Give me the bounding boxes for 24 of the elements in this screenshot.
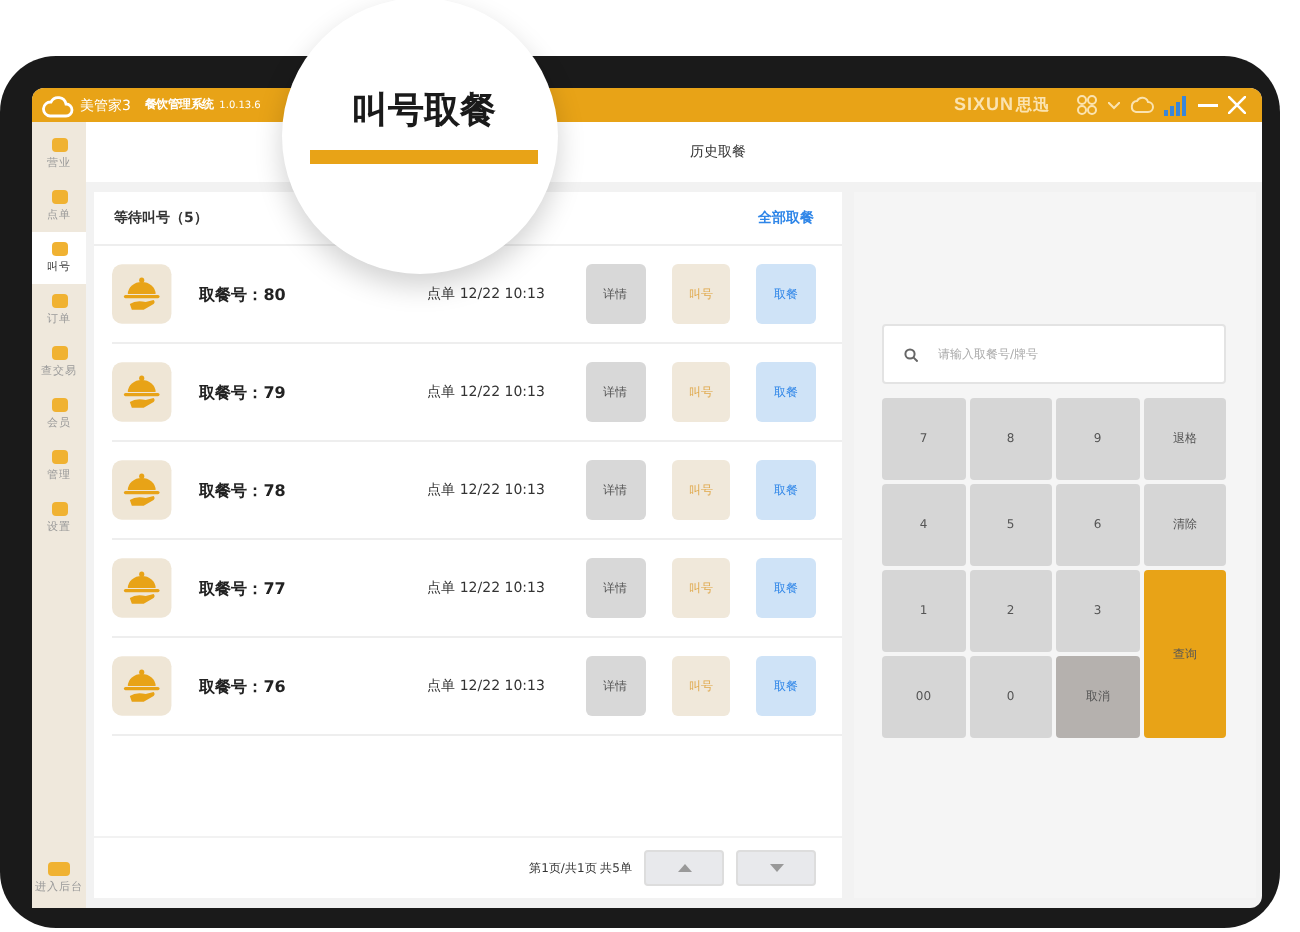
cloche-icon xyxy=(112,656,172,716)
brand-logo: SIXUN思迅 xyxy=(953,94,1050,116)
pickup-number: 取餐号：78 xyxy=(199,479,288,501)
page-up-button[interactable] xyxy=(644,850,724,886)
cloche-icon xyxy=(112,362,172,422)
cloche-icon xyxy=(112,264,172,324)
pickup-number: 取餐号：76 xyxy=(199,675,288,697)
signal-icon xyxy=(1164,95,1188,115)
search-icon xyxy=(904,348,918,362)
caret-icon[interactable] xyxy=(1108,101,1120,109)
cloud-logo-icon xyxy=(42,93,74,117)
caret-up-icon xyxy=(677,864,691,872)
caret-down-icon xyxy=(769,864,783,872)
close-icon[interactable] xyxy=(1228,96,1246,114)
cloche-icon xyxy=(112,460,172,520)
grid-icon[interactable] xyxy=(1076,94,1098,116)
page-down-button[interactable] xyxy=(736,850,816,886)
pickup-number: 取餐号：77 xyxy=(199,577,288,599)
cloche-icon xyxy=(112,558,172,618)
minimize-icon[interactable] xyxy=(1198,103,1218,107)
tab[interactable]: 叫号取餐 xyxy=(310,85,538,163)
pickup-number: 取餐号：80 xyxy=(199,283,288,305)
cloud-icon[interactable] xyxy=(1130,96,1154,114)
pickup-number: 取餐号：79 xyxy=(199,381,288,403)
